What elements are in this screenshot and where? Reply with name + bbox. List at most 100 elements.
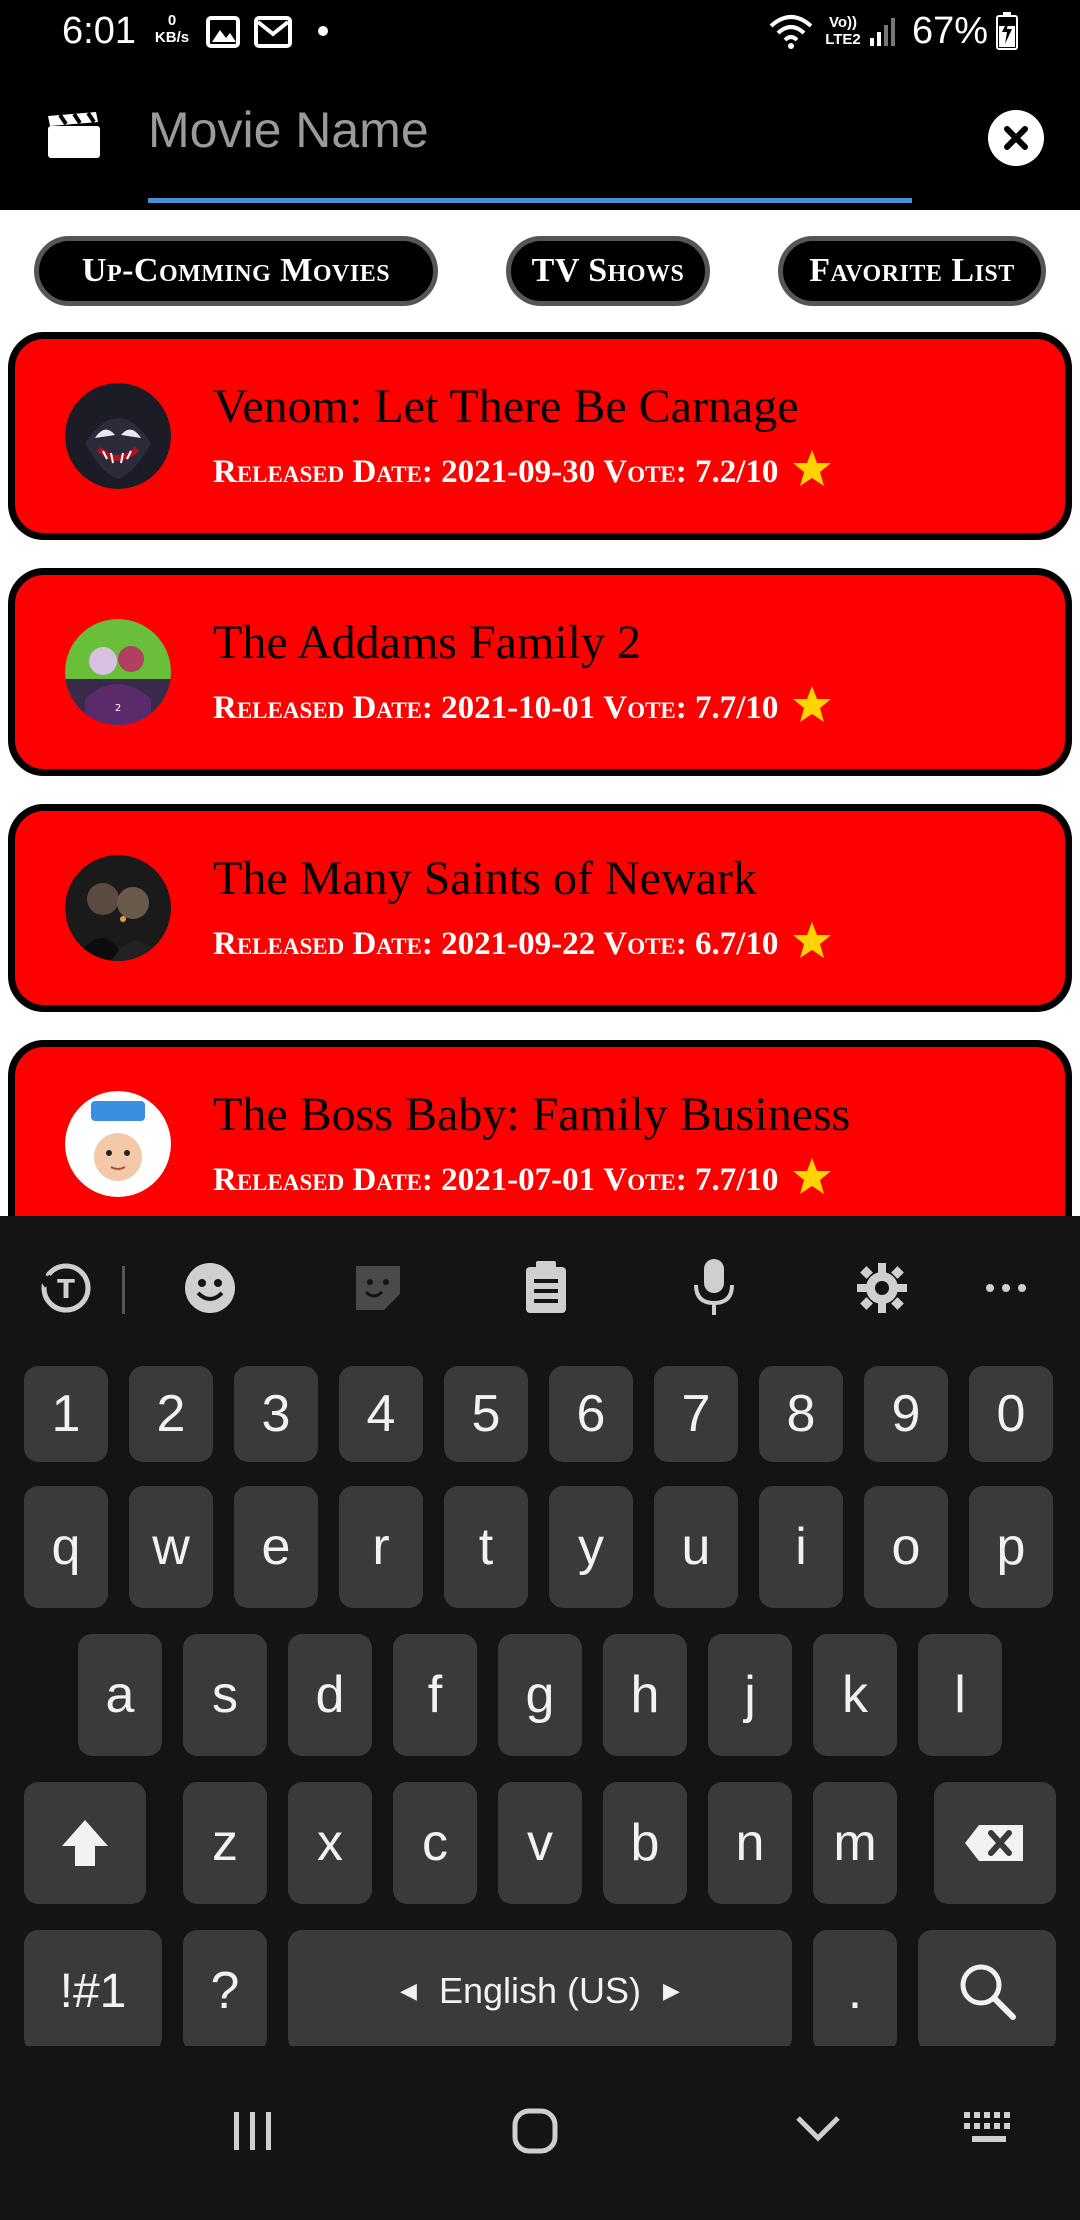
key-q[interactable]: q: [24, 1486, 108, 1608]
key-2[interactable]: 2: [129, 1366, 213, 1462]
gallery-icon: [206, 16, 240, 53]
microphone-icon[interactable]: [682, 1256, 746, 1320]
toolbar-divider: [122, 1266, 125, 1314]
key-label: 4: [366, 1385, 396, 1443]
period-key[interactable]: .: [813, 1930, 897, 2052]
hide-keyboard-icon[interactable]: [794, 2112, 842, 2149]
question-key[interactable]: ?: [183, 1930, 267, 2052]
movie-card[interactable]: The Many Saints of Newark Released Date:…: [8, 804, 1072, 1012]
released-label: Released Date:: [213, 1162, 433, 1198]
key-k[interactable]: k: [813, 1634, 897, 1756]
close-icon: [1004, 126, 1028, 150]
key-8[interactable]: 8: [759, 1366, 843, 1462]
space-key[interactable]: ◀ English (US) ▶: [288, 1930, 792, 2052]
backspace-icon: [965, 1825, 1023, 1861]
key-a[interactable]: a: [78, 1634, 162, 1756]
key-x[interactable]: x: [288, 1782, 372, 1904]
sticker-icon[interactable]: [346, 1256, 410, 1320]
vote-value: 7.7/10: [695, 1162, 779, 1198]
key-label: g: [525, 1666, 555, 1724]
vote-label: Vote:: [603, 1162, 687, 1198]
search-key[interactable]: [918, 1930, 1056, 2052]
key-r[interactable]: r: [339, 1486, 423, 1608]
signal-icon: [868, 16, 898, 53]
released-date: 2021-09-22: [441, 926, 596, 962]
key-label: b: [630, 1814, 660, 1872]
navigation-bar: [0, 2046, 1080, 2220]
key-label: f: [427, 1666, 443, 1724]
key-m[interactable]: m: [813, 1782, 897, 1904]
vote-value: 7.2/10: [695, 454, 779, 490]
key-j[interactable]: j: [708, 1634, 792, 1756]
key-g[interactable]: g: [498, 1634, 582, 1756]
key-label: 7: [681, 1385, 711, 1443]
key-v[interactable]: v: [498, 1782, 582, 1904]
movie-meta: Released Date: 2021-09-22 Vote: 6.7/10: [213, 921, 832, 968]
key-d[interactable]: d: [288, 1634, 372, 1756]
key-4[interactable]: 4: [339, 1366, 423, 1462]
symbols-key[interactable]: !#1: [24, 1930, 162, 2052]
key-h[interactable]: h: [603, 1634, 687, 1756]
status-time: 6:01: [62, 10, 136, 52]
key-n[interactable]: n: [708, 1782, 792, 1904]
star-icon: [792, 921, 832, 968]
key-y[interactable]: y: [549, 1486, 633, 1608]
key-label: s: [212, 1666, 238, 1724]
backspace-key[interactable]: [934, 1782, 1056, 1904]
tv-shows-chip[interactable]: TV Shows: [506, 236, 710, 306]
key-b[interactable]: b: [603, 1782, 687, 1904]
key-t[interactable]: t: [444, 1486, 528, 1608]
key-0[interactable]: 0: [969, 1366, 1053, 1462]
key-e[interactable]: e: [234, 1486, 318, 1608]
more-options-icon[interactable]: [974, 1256, 1038, 1320]
vote-value: 7.7/10: [695, 690, 779, 726]
movie-title: The Many Saints of Newark: [213, 852, 757, 905]
key-7[interactable]: 7: [654, 1366, 738, 1462]
key-label: c: [422, 1814, 448, 1872]
key-5[interactable]: 5: [444, 1366, 528, 1462]
key-l[interactable]: l: [918, 1634, 1002, 1756]
shift-arrow-icon: [62, 1820, 108, 1866]
movie-card[interactable]: The Boss Baby: Family Business Released …: [8, 1040, 1072, 1216]
settings-gear-icon[interactable]: [850, 1256, 914, 1320]
key-3[interactable]: 3: [234, 1366, 318, 1462]
key-9[interactable]: 9: [864, 1366, 948, 1462]
key-w[interactable]: w: [129, 1486, 213, 1608]
key-label: ?: [210, 1962, 240, 2020]
released-label: Released Date:: [213, 454, 433, 490]
movie-card[interactable]: 2 The Addams Family 2 Released Date: 202…: [8, 568, 1072, 776]
home-icon[interactable]: [510, 2106, 560, 2161]
key-c[interactable]: c: [393, 1782, 477, 1904]
key-label: 9: [891, 1385, 921, 1443]
key-z[interactable]: z: [183, 1782, 267, 1904]
clear-search-button[interactable]: [988, 110, 1044, 166]
shift-key[interactable]: [24, 1782, 146, 1904]
key-label: e: [261, 1518, 291, 1576]
keyboard-switch-icon[interactable]: [962, 2110, 1016, 2151]
battery-percent: 67%: [912, 10, 989, 52]
movie-card[interactable]: Venom: Let There Be Carnage Released Dat…: [8, 332, 1072, 540]
upcoming-movies-chip[interactable]: Up-Comming Movies: [34, 236, 438, 306]
key-6[interactable]: 6: [549, 1366, 633, 1462]
emoji-icon[interactable]: [178, 1256, 242, 1320]
gmail-icon: [254, 16, 292, 53]
boss-baby-poster: [65, 1091, 171, 1197]
key-label: 0: [996, 1385, 1026, 1443]
key-o[interactable]: o: [864, 1486, 948, 1608]
search-underline: [148, 198, 912, 203]
key-i[interactable]: i: [759, 1486, 843, 1608]
vote-label: Vote:: [603, 690, 687, 726]
key-f[interactable]: f: [393, 1634, 477, 1756]
favorite-list-chip[interactable]: Favorite List: [778, 236, 1046, 306]
movie-search-input[interactable]: [148, 94, 910, 166]
recent-apps-icon[interactable]: [228, 2106, 278, 2161]
clipboard-icon[interactable]: [514, 1256, 578, 1320]
key-label: 8: [786, 1385, 816, 1443]
key-label: 5: [471, 1385, 501, 1443]
key-u[interactable]: u: [654, 1486, 738, 1608]
translate-icon[interactable]: T: [36, 1256, 100, 1320]
key-p[interactable]: p: [969, 1486, 1053, 1608]
key-label: 6: [576, 1385, 606, 1443]
key-1[interactable]: 1: [24, 1366, 108, 1462]
key-s[interactable]: s: [183, 1634, 267, 1756]
